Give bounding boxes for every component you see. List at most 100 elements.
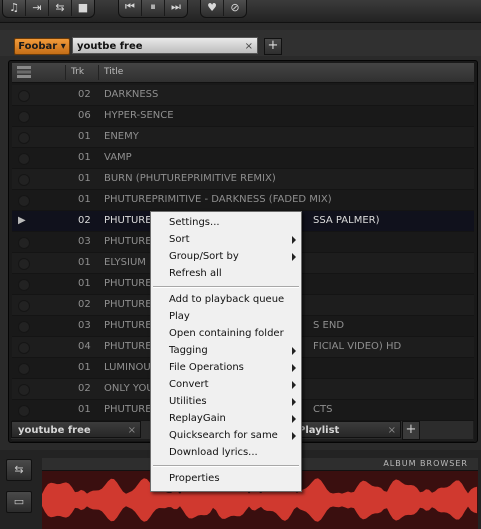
track-number: 01: [78, 173, 91, 184]
column-divider[interactable]: [65, 65, 66, 80]
menu-item-file-operations[interactable]: File Operations: [151, 360, 301, 376]
rating-dot-icon[interactable]: [18, 342, 30, 354]
submenu-arrow-icon: [292, 398, 296, 406]
track-title: PHUTUREPRIMITIVE - DARKNESS (FADED MIX): [104, 194, 332, 205]
track-title-tail: FICIAL VIDEO) HD: [313, 341, 402, 352]
column-header-title[interactable]: Title: [104, 67, 123, 77]
track-number: 04: [78, 341, 91, 352]
previous-icon[interactable]: ⏮: [119, 0, 142, 16]
rating-dot-icon[interactable]: [18, 258, 30, 270]
rating-dot-icon[interactable]: [18, 195, 30, 207]
menu-item-label: Properties: [169, 473, 220, 484]
rating-dot-icon[interactable]: [18, 279, 30, 291]
tab-label: Playlist: [298, 425, 340, 436]
menu-item-label: Play: [169, 311, 190, 322]
menu-item-group-sort-by[interactable]: Group/Sort by: [151, 249, 301, 265]
rating-dot-icon[interactable]: [18, 405, 30, 417]
track-number: 03: [78, 236, 91, 247]
menu-item-tagging[interactable]: Tagging: [151, 343, 301, 359]
menu-separator: [153, 286, 299, 288]
rating-dot-icon[interactable]: [18, 153, 30, 165]
menu-item-add-to-playback-queue[interactable]: Add to playback queue: [151, 292, 301, 308]
foobar-menu-button[interactable]: Foobar ▾: [14, 38, 70, 55]
track-number: 01: [78, 131, 91, 142]
shuffle-icon[interactable]: ⇆: [49, 0, 72, 16]
next-icon[interactable]: ⏭: [165, 0, 187, 16]
rating-dot-icon[interactable]: [18, 384, 30, 396]
column-header-trk[interactable]: Trk: [71, 67, 84, 77]
submenu-arrow-icon: [292, 236, 296, 244]
rating-dot-icon[interactable]: [18, 111, 30, 123]
track-title: PHUTURE: [104, 320, 152, 331]
display-icon[interactable]: ▭: [6, 491, 32, 513]
menu-item-label: File Operations: [169, 362, 244, 373]
column-menu-icon[interactable]: [17, 66, 31, 78]
context-menu: Settings... Sort Group/Sort by Refresh all A…: [150, 211, 302, 492]
add-tab-button[interactable]: +: [402, 421, 420, 440]
tab-youtbe-free[interactable]: youtbe free ×: [72, 37, 258, 54]
menu-separator: [153, 465, 299, 467]
close-icon[interactable]: ×: [388, 422, 396, 439]
rating-dot-icon[interactable]: [18, 363, 30, 375]
rating-dot-icon[interactable]: [18, 90, 30, 102]
menu-item-download-lyrics[interactable]: Download lyrics...: [151, 445, 301, 461]
table-row[interactable]: 01 ENEMY: [12, 127, 474, 148]
table-row[interactable]: 02 DARKNESS: [12, 85, 474, 106]
menu-item-label: Add to playback queue: [169, 294, 285, 305]
close-icon[interactable]: ×: [245, 38, 253, 55]
menu-item-utilities[interactable]: Utilities: [151, 394, 301, 410]
submenu-arrow-icon: [292, 415, 296, 423]
tab-label: youtbe free: [77, 41, 143, 52]
tab-youtube-free[interactable]: youtube free ×: [11, 421, 141, 438]
music-note-icon[interactable]: ♫: [3, 0, 26, 16]
table-row[interactable]: 06 HYPER-SENCE: [12, 106, 474, 127]
track-number: 01: [78, 194, 91, 205]
track-number: 02: [78, 383, 91, 394]
heart-icon[interactable]: ♥: [201, 0, 224, 16]
repeat-icon[interactable]: ⇥: [26, 0, 49, 16]
pause-icon[interactable]: ⏸: [142, 0, 165, 16]
rating-dot-icon[interactable]: [18, 300, 30, 312]
track-number: 01: [78, 278, 91, 289]
menu-item-label: Settings...: [169, 217, 220, 228]
menu-item-label: Download lyrics...: [169, 447, 258, 458]
view-icon[interactable]: ⇆: [6, 459, 32, 481]
track-title-tail: CTS: [313, 404, 333, 415]
stop-icon[interactable]: ■: [72, 0, 94, 16]
add-tab-button[interactable]: +: [264, 38, 282, 55]
track-number: 02: [78, 89, 91, 100]
album-browser-label[interactable]: ALBUM BROWSER: [383, 459, 468, 468]
block-icon[interactable]: ⊘: [224, 0, 246, 16]
menu-item-play[interactable]: Play: [151, 309, 301, 325]
table-row[interactable]: 01 PHUTUREPRIMITIVE - DARKNESS (FADED MIX…: [12, 190, 474, 211]
tab-playlist[interactable]: Playlist ×: [291, 421, 401, 438]
toolbar-group-rating: ♥ ⊘: [200, 0, 247, 18]
rating-dot-icon[interactable]: [18, 321, 30, 333]
table-row[interactable]: 01 VAMP: [12, 148, 474, 169]
menu-item-label: Convert: [169, 379, 209, 390]
menu-item-quicksearch-for-same[interactable]: Quicksearch for same: [151, 428, 301, 444]
rating-dot-icon[interactable]: [18, 237, 30, 249]
menu-item-label: Quicksearch for same: [169, 430, 278, 441]
menu-item-open-containing-folder[interactable]: Open containing folder: [151, 326, 301, 342]
menu-item-label: Sort: [169, 234, 190, 245]
track-title-tail: SSA PALMER): [313, 215, 380, 226]
rating-dot-icon[interactable]: [18, 174, 30, 186]
track-title-tail: S END: [313, 320, 345, 331]
menu-item-label: ReplayGain: [169, 413, 226, 424]
menu-item-sort[interactable]: Sort: [151, 232, 301, 248]
menu-item-settings[interactable]: Settings...: [151, 215, 301, 231]
table-row[interactable]: 01 BURN (PHUTUREPRIMITIVE REMIX): [12, 169, 474, 190]
track-title: PHUTURE: [104, 341, 152, 352]
submenu-arrow-icon: [292, 347, 296, 355]
rating-dot-icon[interactable]: [18, 132, 30, 144]
track-title: ELYSIUM: [104, 257, 146, 268]
track-number: 03: [78, 320, 91, 331]
submenu-arrow-icon: [292, 364, 296, 372]
menu-item-refresh-all[interactable]: Refresh all: [151, 266, 301, 282]
menu-item-convert[interactable]: Convert: [151, 377, 301, 393]
menu-item-replaygain[interactable]: ReplayGain: [151, 411, 301, 427]
close-icon[interactable]: ×: [128, 422, 136, 439]
column-divider[interactable]: [98, 65, 99, 80]
menu-item-properties[interactable]: Properties: [151, 471, 301, 487]
